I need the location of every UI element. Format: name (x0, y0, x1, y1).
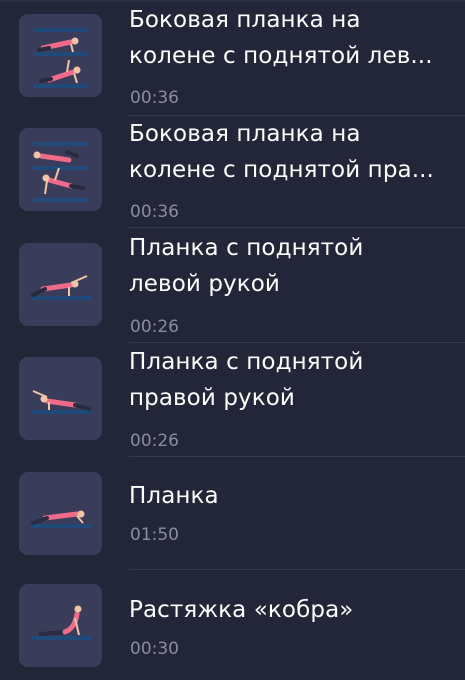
exercise-duration: 00:36 (130, 88, 179, 108)
list-item[interactable]: Планка 01:50 (0, 458, 465, 570)
plank-icon (19, 472, 102, 555)
cobra-stretch-icon (19, 584, 102, 667)
exercise-duration: 00:26 (130, 431, 179, 451)
exercise-title: Планка с поднятой правой рукой (129, 349, 364, 411)
row-divider (129, 227, 465, 228)
plank-left-arm-icon (19, 243, 102, 326)
exercise-title: Боковая планка на колене с поднятой лев.… (129, 7, 433, 69)
exercise-duration: 01:50 (130, 525, 179, 545)
exercise-title: Планка с поднятой левой рукой (129, 235, 364, 297)
row-divider (129, 456, 465, 457)
list-item[interactable]: Растяжка «кобра» 00:30 (0, 570, 465, 680)
exercise-duration: 00:26 (130, 317, 179, 337)
exercise-title: Планка (129, 483, 219, 509)
exercise-duration: 00:36 (130, 202, 179, 222)
list-item[interactable]: Планка с поднятой левой рукой 00:26 (0, 230, 465, 344)
exercise-title: Боковая планка на колене с поднятой пра.… (129, 121, 434, 183)
exercise-list: Боковая планка на колене с поднятой лев.… (0, 0, 465, 680)
row-divider (129, 342, 465, 343)
side-plank-knee-right-icon (19, 128, 102, 211)
side-plank-knee-left-icon (19, 14, 102, 97)
exercise-duration: 00:30 (130, 639, 179, 659)
exercise-title: Растяжка «кобра» (129, 597, 354, 623)
plank-right-arm-icon (19, 357, 102, 440)
list-item[interactable]: Боковая планка на колене с поднятой пра.… (0, 116, 465, 230)
list-item[interactable]: Планка с поднятой правой рукой 00:26 (0, 344, 465, 458)
list-item[interactable]: Боковая планка на колене с поднятой лев.… (0, 0, 465, 116)
